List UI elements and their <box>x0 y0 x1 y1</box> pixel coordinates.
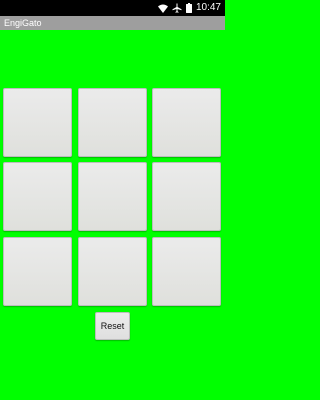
game-board <box>3 88 222 307</box>
status-icons: 10:47 <box>157 0 221 16</box>
board-cell-5[interactable] <box>78 162 147 231</box>
reset-button[interactable]: Reset <box>95 312 130 340</box>
board-cell-6[interactable] <box>152 162 221 231</box>
battery-icon <box>185 3 192 13</box>
airplane-mode-icon <box>172 3 182 13</box>
app-title: EngiGato <box>4 18 42 28</box>
wifi-icon <box>157 4 168 13</box>
board-cell-2[interactable] <box>78 88 147 157</box>
board-cell-7[interactable] <box>3 237 72 306</box>
board-cell-8[interactable] <box>78 237 147 306</box>
board-cell-3[interactable] <box>152 88 221 157</box>
board-cell-4[interactable] <box>3 162 72 231</box>
app-title-bar: EngiGato <box>0 16 225 30</box>
board-cell-1[interactable] <box>3 88 72 157</box>
clock: 10:47 <box>195 2 221 13</box>
status-bar: 10:47 <box>0 0 225 16</box>
board-cell-9[interactable] <box>152 237 221 306</box>
